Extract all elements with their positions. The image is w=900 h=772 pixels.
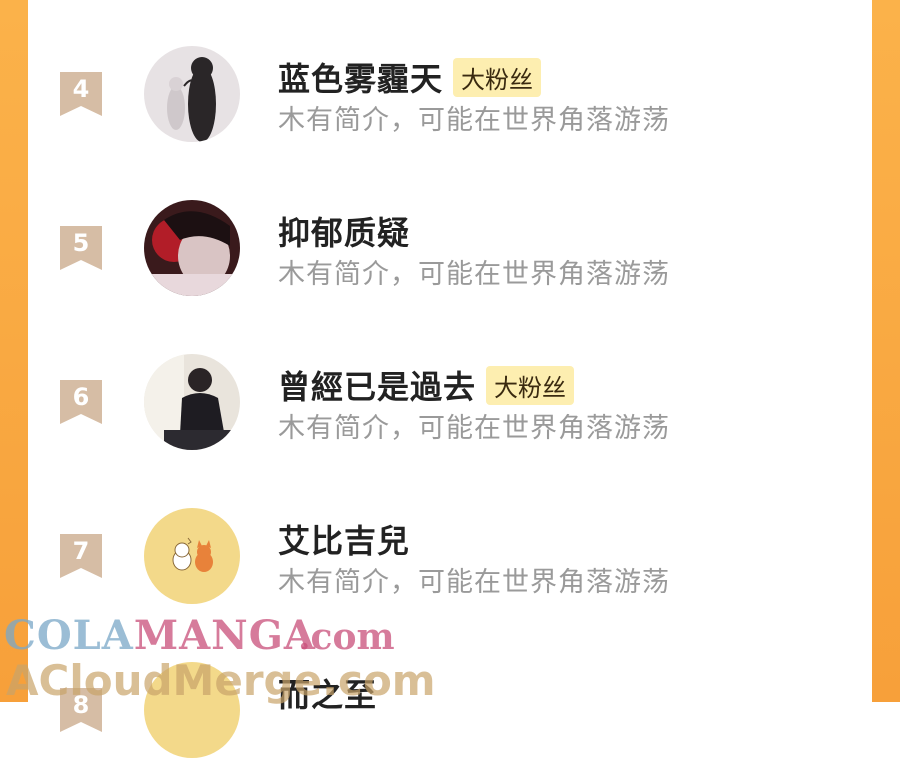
name-line: 艾比吉兒 bbox=[278, 516, 410, 562]
rank-badge: 7 bbox=[60, 534, 102, 578]
avatar-ghost-figure-icon bbox=[144, 46, 240, 142]
avatar[interactable] bbox=[144, 46, 240, 142]
fan-level-badge: 大粉丝 bbox=[486, 365, 575, 405]
avatar-cartoon-fox-icon bbox=[144, 508, 240, 604]
rank-badge: 8 bbox=[60, 688, 102, 732]
user-bio: 木有简介，可能在世界角落游荡 bbox=[278, 567, 670, 598]
user-name[interactable]: 蓝色雾霾天 bbox=[278, 54, 443, 100]
avatar[interactable] bbox=[144, 508, 240, 604]
name-line: 蓝色雾霾天 大粉丝 bbox=[278, 54, 542, 100]
rank-badge: 6 bbox=[60, 380, 102, 424]
avatar-yellow-icon bbox=[144, 662, 240, 758]
rank-number: 6 bbox=[72, 383, 90, 411]
name-line: 而之至 bbox=[278, 670, 377, 716]
user-bio: 木有简介，可能在世界角落游荡 bbox=[278, 259, 670, 290]
list-item[interactable]: 4 蓝色雾霾天 大粉丝 木有简介，可能在世界角落游荡 bbox=[28, 46, 872, 156]
avatar[interactable] bbox=[144, 354, 240, 450]
rank-badge: 5 bbox=[60, 226, 102, 270]
user-bio: 木有简介，可能在世界角落游荡 bbox=[278, 105, 670, 136]
orange-frame-left bbox=[0, 0, 28, 702]
user-name[interactable]: 抑郁质疑 bbox=[278, 208, 410, 254]
orange-frame-right bbox=[872, 0, 900, 702]
rank-number: 8 bbox=[72, 691, 90, 719]
list-item[interactable]: 6 曾經已是過去 大粉丝 木有简介，可能在世界角落游荡 bbox=[28, 354, 872, 464]
avatar[interactable] bbox=[144, 662, 240, 758]
name-line: 抑郁质疑 bbox=[278, 208, 410, 254]
list-item[interactable]: 7 艾比吉兒 木有简介，可能在世界角落游荡 bbox=[28, 508, 872, 618]
list-item[interactable]: 8 而之至 bbox=[28, 662, 872, 772]
rank-number: 5 bbox=[72, 229, 90, 257]
fan-level-badge: 大粉丝 bbox=[453, 57, 542, 97]
avatar[interactable] bbox=[144, 200, 240, 296]
rank-number: 7 bbox=[72, 537, 90, 565]
rank-badge: 4 bbox=[60, 72, 102, 116]
rank-number: 4 bbox=[72, 75, 90, 103]
fan-ranking-card: 4 蓝色雾霾天 大粉丝 木有简介，可能在世界角落游荡 5 抑郁质疑 木有简介，可… bbox=[28, 0, 872, 758]
user-name[interactable]: 曾經已是過去 bbox=[278, 362, 476, 408]
name-line: 曾經已是過去 大粉丝 bbox=[278, 362, 575, 408]
user-bio: 木有简介，可能在世界角落游荡 bbox=[278, 413, 670, 444]
user-name[interactable]: 而之至 bbox=[278, 670, 377, 716]
avatar-sitting-person-icon bbox=[144, 354, 240, 450]
avatar-red-light-face-icon bbox=[144, 200, 240, 296]
user-name[interactable]: 艾比吉兒 bbox=[278, 516, 410, 562]
list-item[interactable]: 5 抑郁质疑 木有简介，可能在世界角落游荡 bbox=[28, 200, 872, 310]
